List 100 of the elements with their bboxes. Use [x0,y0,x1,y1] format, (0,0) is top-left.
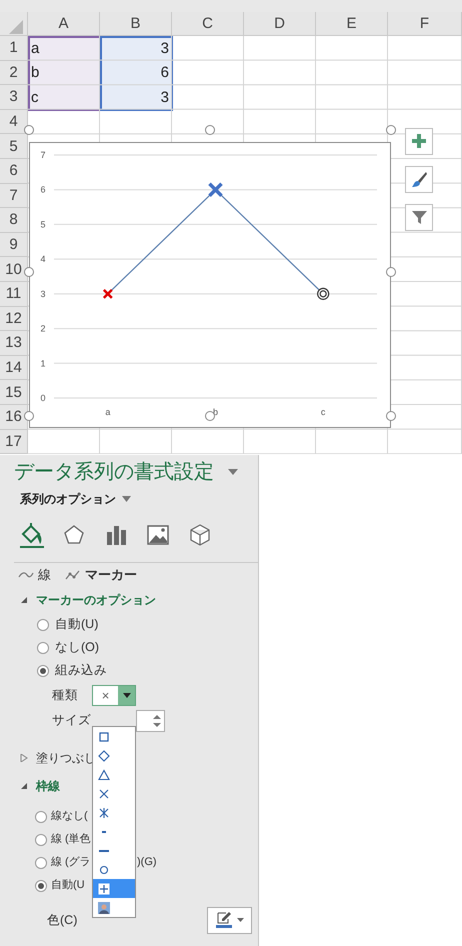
row-header[interactable]: 3 [0,85,28,110]
category-tab[interactable] [20,522,44,548]
row-header[interactable]: 1 [0,36,28,61]
table-cell: c [31,90,38,105]
category-tab[interactable] [188,523,212,547]
dropdown-option[interactable] [93,879,135,898]
radio-button[interactable] [35,810,47,822]
radio-label: 線 (グラ [51,856,91,868]
resize-handle[interactable] [386,411,396,421]
row-header[interactable]: 8 [0,208,28,233]
row-header[interactable]: 17 [0,430,28,454]
paint-bucket-icon [20,522,44,546]
image-icon [98,902,110,914]
collapse-icon[interactable] [20,782,28,790]
triangle-icon [98,768,110,780]
asterisk-icon [98,806,110,818]
category-tab[interactable] [104,523,128,547]
row-header[interactable]: 10 [0,257,28,282]
radio-label: 自動(U [51,878,85,894]
radio-button[interactable] [35,834,47,846]
row-header[interactable]: 7 [0,184,28,208]
expand-icon[interactable] [20,754,28,762]
caret-icon [237,918,244,922]
color-picker-button[interactable] [207,906,252,934]
pen-icon [215,911,233,929]
option-tab[interactable]: マーカー [65,565,137,585]
section-header[interactable]: 枠線 [0,772,258,800]
column-header[interactable]: C [172,12,244,36]
axis-label: 4 [40,254,46,264]
radio-button[interactable] [37,618,49,630]
axis-label: 1 [40,358,46,368]
table-cell: b [31,65,40,80]
axis-label: 5 [40,219,46,230]
filter-icon [410,209,428,226]
radio-label: 線 (単色 [51,832,91,848]
radio-button[interactable] [35,856,47,868]
field-label: 種類 [52,686,79,704]
cube-icon [188,523,212,547]
image-icon [146,523,170,547]
size-field[interactable] [136,710,165,732]
radio-label: )(G) [137,855,157,870]
row-header[interactable]: 4 [0,110,28,134]
column-header[interactable]: E [316,12,388,36]
spinner-icon[interactable] [153,714,161,728]
axis-label: 6 [40,184,46,195]
column-header[interactable]: F [388,12,462,36]
circle-icon [98,864,110,876]
row-header[interactable]: 15 [0,380,28,405]
x-mark-icon [98,788,110,800]
diamond-icon [98,750,110,762]
resize-handle[interactable] [386,125,396,135]
axis-label: a [105,407,110,417]
radio-button[interactable] [37,664,49,676]
row-header[interactable]: 9 [0,232,28,258]
column-header[interactable]: A [28,12,100,36]
row-header[interactable]: 5 [0,134,28,159]
bar-chart-icon [104,523,128,547]
caret-icon [122,692,130,698]
marker-line-icon [65,569,81,581]
chart-styles-button[interactable] [405,166,433,193]
column-header[interactable]: B [100,12,172,36]
axis-label: 0 [40,393,46,403]
radio-label: 線なし( [51,809,88,824]
chart-filters-button[interactable] [405,204,433,231]
category-tab[interactable] [146,523,170,547]
add-icon [410,133,428,150]
collapse-icon[interactable] [20,596,28,604]
plus-icon [98,882,110,894]
marker-type-dropdown[interactable]: × [92,684,136,706]
caret-icon[interactable] [122,496,131,502]
pane-title: データ系列の書式設定 [14,460,214,485]
brush-icon [410,171,428,188]
field-label: 色(C) [47,912,78,929]
row-header[interactable]: 13 [0,331,28,356]
table-cell: 3 [160,90,169,105]
section-header[interactable]: マーカーのオプション [0,587,258,613]
option-tab[interactable]: 線 [18,565,51,585]
square-icon [98,730,110,742]
row-header[interactable]: 12 [0,306,28,332]
row-header[interactable]: 16 [0,404,28,430]
field-label: サイズ [52,712,92,730]
table-cell: 3 [160,40,169,56]
radio-label: なし(O) [55,639,100,656]
resize-handle[interactable] [205,125,215,135]
chart-elements-button[interactable] [405,128,433,155]
table-cell: a [31,40,40,56]
row-header[interactable]: 14 [0,356,28,380]
caret-icon[interactable] [228,469,238,475]
options-label[interactable]: 系列のオプション [20,490,116,508]
resize-handle[interactable] [386,267,396,277]
radio-label: 組み込み [55,662,107,680]
table-cell: 6 [160,65,169,80]
axis-label: 7 [40,150,46,160]
row-header[interactable]: 2 [0,60,28,86]
row-header[interactable]: 6 [0,158,28,184]
axis-label: 3 [40,288,46,299]
radio-button[interactable] [37,642,49,654]
column-header[interactable]: D [244,12,316,36]
radio-button[interactable] [35,880,47,892]
row-header[interactable]: 11 [0,282,28,307]
